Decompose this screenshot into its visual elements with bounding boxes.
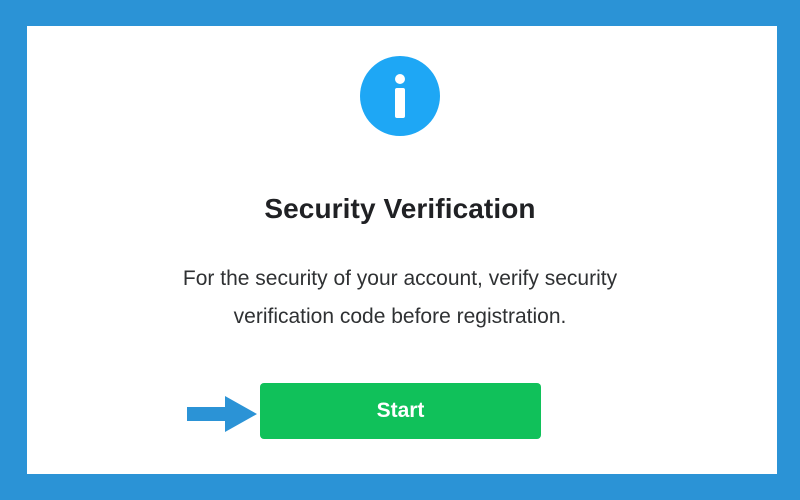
info-icon — [360, 56, 440, 136]
page-title: Security Verification — [264, 193, 536, 224]
info-glyph — [395, 74, 405, 118]
arrow-right-icon — [187, 396, 257, 432]
verification-frame: Security Verification For the security o… — [0, 0, 800, 500]
start-button[interactable]: Start — [260, 383, 541, 439]
verification-message: For the security of your account, verify… — [182, 267, 618, 328]
